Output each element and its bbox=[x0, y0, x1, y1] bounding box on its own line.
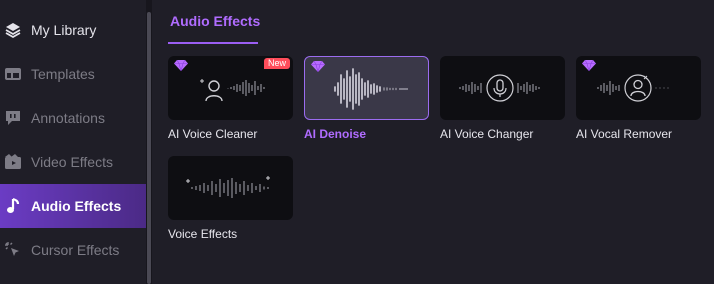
sidebar-item-label: Video Effects bbox=[31, 154, 113, 170]
video-effects-icon bbox=[4, 153, 22, 171]
tab-audio-effects[interactable]: Audio Effects bbox=[170, 13, 260, 29]
sidebar-item-video-effects[interactable]: Video Effects bbox=[0, 140, 146, 184]
effect-card-ai-vocal-remover[interactable] bbox=[576, 56, 701, 120]
effect-card-label: AI Denoise bbox=[304, 127, 367, 141]
sidebar-item-label: Cursor Effects bbox=[31, 242, 120, 258]
sidebar-item-label: Annotations bbox=[31, 110, 105, 126]
sparkle-waveform-icon bbox=[186, 176, 270, 198]
annotation-icon bbox=[4, 109, 22, 127]
sidebar-item-label: My Library bbox=[31, 22, 97, 38]
effect-card-ai-denoise[interactable] bbox=[304, 56, 429, 120]
sidebar-item-label: Audio Effects bbox=[31, 198, 122, 214]
tab-underline bbox=[168, 42, 258, 44]
effect-card-label: AI Voice Changer bbox=[440, 127, 534, 141]
new-badge: New bbox=[263, 58, 290, 69]
sidebar-item-audio-effects[interactable]: Audio Effects bbox=[0, 184, 146, 228]
effect-card-ai-voice-changer[interactable] bbox=[440, 56, 565, 120]
cursor-click-icon bbox=[4, 241, 22, 259]
sidebar: My Library Templates Annotations Video E… bbox=[0, 0, 146, 284]
sidebar-item-my-library[interactable]: My Library bbox=[0, 8, 146, 52]
effect-card-label: AI Vocal Remover bbox=[576, 127, 673, 141]
effect-card-ai-voice-cleaner[interactable]: New bbox=[168, 56, 293, 120]
layers-icon bbox=[4, 21, 22, 39]
sidebar-item-cursor-effects[interactable]: Cursor Effects bbox=[0, 228, 146, 272]
music-note-icon bbox=[4, 197, 22, 215]
templates-icon bbox=[4, 65, 22, 83]
effect-card-voice-effects[interactable] bbox=[168, 156, 293, 220]
microphone-icon bbox=[459, 74, 540, 102]
sidebar-item-templates[interactable]: Templates bbox=[0, 52, 146, 96]
sidebar-item-label: Templates bbox=[31, 66, 95, 82]
audio-effects-panel: Audio Effects New AI Voice Cleaner AI De… bbox=[152, 0, 714, 284]
effect-card-label: Voice Effects bbox=[168, 227, 238, 241]
effect-card-label: AI Voice Cleaner bbox=[168, 127, 258, 141]
sidebar-scrollbar[interactable] bbox=[147, 12, 151, 284]
sidebar-item-annotations[interactable]: Annotations bbox=[0, 96, 146, 140]
